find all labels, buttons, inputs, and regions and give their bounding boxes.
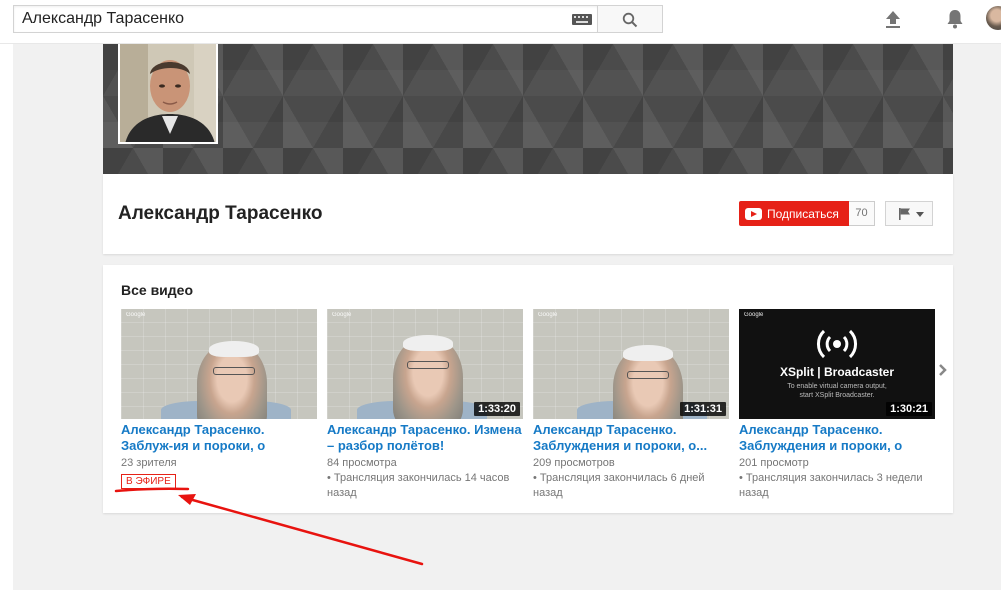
video-views: 209 просмотров — [533, 457, 615, 469]
magnifier-icon — [622, 12, 638, 28]
video-thumbnail[interactable]: Google 1:31:31 — [533, 309, 729, 419]
thumbnail-figure — [623, 345, 673, 361]
youtube-logo-icon — [745, 208, 762, 220]
video-card: Google Александр Тарасенко. Заблуж-ия и … — [121, 309, 317, 489]
video-card: Google 1:31:31 Александр Тарасенко. Забл… — [533, 309, 729, 501]
thumbnail-figure — [407, 361, 449, 369]
video-title-link[interactable]: Александр Тарасенко. Измена – разбор пол… — [327, 422, 523, 454]
video-views: 23 зрителя — [121, 457, 177, 469]
thumbnail-figure — [209, 341, 259, 357]
thumbnail-title: XSplit | Broadcaster — [779, 365, 895, 379]
notifications-button[interactable] — [943, 7, 967, 31]
video-thumbnail[interactable]: Google 1:33:20 — [327, 309, 523, 419]
video-views: 84 просмотра — [327, 457, 397, 469]
video-card: Google 1:33:20 Александр Тарасенко. Изме… — [327, 309, 523, 501]
channel-banner — [103, 44, 953, 174]
bell-icon — [947, 10, 963, 29]
video-duration: 1:33:20 — [474, 402, 520, 416]
video-status: • Трансляция закончилась 14 часов назад — [327, 472, 510, 499]
upload-arrow-icon — [886, 11, 900, 28]
thumbnail-figure — [213, 367, 255, 375]
upload-button[interactable] — [882, 8, 904, 30]
subscribe-button[interactable]: Подписаться — [739, 201, 849, 226]
video-duration: 1:31:31 — [680, 402, 726, 416]
channel-title[interactable]: Александр Тарасенко — [118, 203, 323, 225]
video-views: 201 просмотр — [739, 457, 809, 469]
channel-avatar[interactable] — [118, 44, 218, 144]
thumbnail-figure — [403, 335, 453, 351]
search-input[interactable] — [22, 9, 562, 29]
search-box[interactable] — [13, 5, 598, 33]
video-thumbnail[interactable]: Google — [121, 309, 317, 419]
account-avatar[interactable] — [986, 6, 1001, 30]
thumbnail-watermark: Google — [538, 312, 558, 318]
avatar-photo — [120, 44, 216, 142]
subscribe-label: Подписаться — [767, 207, 839, 221]
video-status: • Трансляция закончилась 6 дней назад — [533, 472, 705, 499]
video-title-link[interactable]: Александр Тарасенко. Заблуж-ия и пороки,… — [121, 422, 317, 454]
keyboard-icon[interactable] — [572, 14, 592, 25]
thumbnail-watermark: Google — [332, 312, 352, 318]
live-badge: В ЭФИРЕ — [121, 474, 176, 489]
thumbnail-figure — [627, 371, 669, 379]
thumbnail-watermark: Google — [744, 312, 764, 318]
video-title-link[interactable]: Александр Тарасенко. Заблуждения и порок… — [533, 422, 729, 454]
video-card: XSplit | Broadcaster To enable virtual c… — [739, 309, 935, 501]
masthead — [0, 0, 1001, 44]
chevron-down-icon — [916, 212, 924, 217]
video-title-link[interactable]: Александр Тарасенко. Заблуждения и порок… — [739, 422, 935, 454]
video-status: • Трансляция закончилась 3 недели назад — [739, 472, 923, 499]
broadcast-icon — [817, 329, 857, 359]
video-thumbnail[interactable]: XSplit | Broadcaster To enable virtual c… — [739, 309, 935, 419]
report-flag-button[interactable] — [885, 201, 933, 226]
subscriber-count: 70 — [849, 201, 875, 226]
channel-header: Александр Тарасенко Подписаться 70 — [103, 174, 953, 254]
carousel-next-button[interactable] — [936, 360, 950, 380]
thumbnail-subtitle: To enable virtual camera output, start X… — [787, 383, 887, 399]
thumbnail-watermark: Google — [126, 312, 146, 318]
search-button[interactable] — [597, 5, 663, 33]
video-duration: 1:30:21 — [886, 402, 932, 416]
videos-section: Все видео Google Александр Тарасенко. За… — [103, 265, 953, 513]
chevron-right-icon — [939, 364, 947, 376]
flag-icon — [899, 208, 910, 220]
section-title[interactable]: Все видео — [121, 282, 193, 298]
